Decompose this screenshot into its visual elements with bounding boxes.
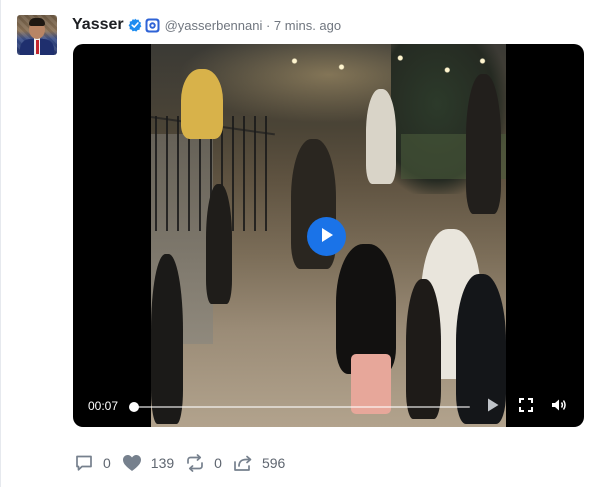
affiliation-badge-icon (145, 18, 160, 33)
volume-icon (551, 398, 567, 417)
heart-icon[interactable] (121, 453, 143, 473)
control-play-button[interactable] (483, 397, 503, 417)
scene-person (366, 89, 396, 184)
scene-person (181, 69, 223, 139)
left-border (0, 0, 1, 487)
author-name[interactable]: Yasser (72, 16, 124, 34)
video-player[interactable]: 00:07 (73, 44, 584, 427)
handle-and-timestamp: @yasserbennani · 7 mins. ago (164, 17, 342, 33)
fullscreen-button[interactable] (516, 397, 536, 417)
share-count: 596 (261, 455, 286, 471)
scene-person (466, 74, 501, 214)
avatar[interactable] (17, 15, 57, 55)
play-icon (320, 227, 334, 246)
scene-person (206, 184, 232, 304)
post-header: Yasser @yasserbennani · 7 mins. ago (72, 14, 341, 36)
comment-count: 0 (103, 455, 111, 471)
seek-thumb[interactable] (129, 402, 139, 412)
current-time: 00:07 (88, 399, 119, 413)
seek-bar[interactable] (134, 406, 470, 408)
avatar-tie (35, 40, 39, 54)
volume-button[interactable] (549, 397, 569, 417)
fullscreen-icon (519, 397, 533, 417)
video-controls: 00:07 (73, 390, 584, 422)
post-actions: 0 139 0 596 (73, 453, 295, 473)
play-button[interactable] (307, 217, 346, 256)
like-count: 139 (150, 455, 175, 471)
comment-icon[interactable] (73, 453, 95, 473)
avatar-hair (29, 18, 45, 26)
repost-icon[interactable] (184, 453, 206, 473)
share-icon[interactable] (232, 453, 254, 473)
play-icon (487, 398, 499, 417)
repost-count: 0 (214, 455, 222, 471)
verified-badge-icon (128, 18, 142, 32)
